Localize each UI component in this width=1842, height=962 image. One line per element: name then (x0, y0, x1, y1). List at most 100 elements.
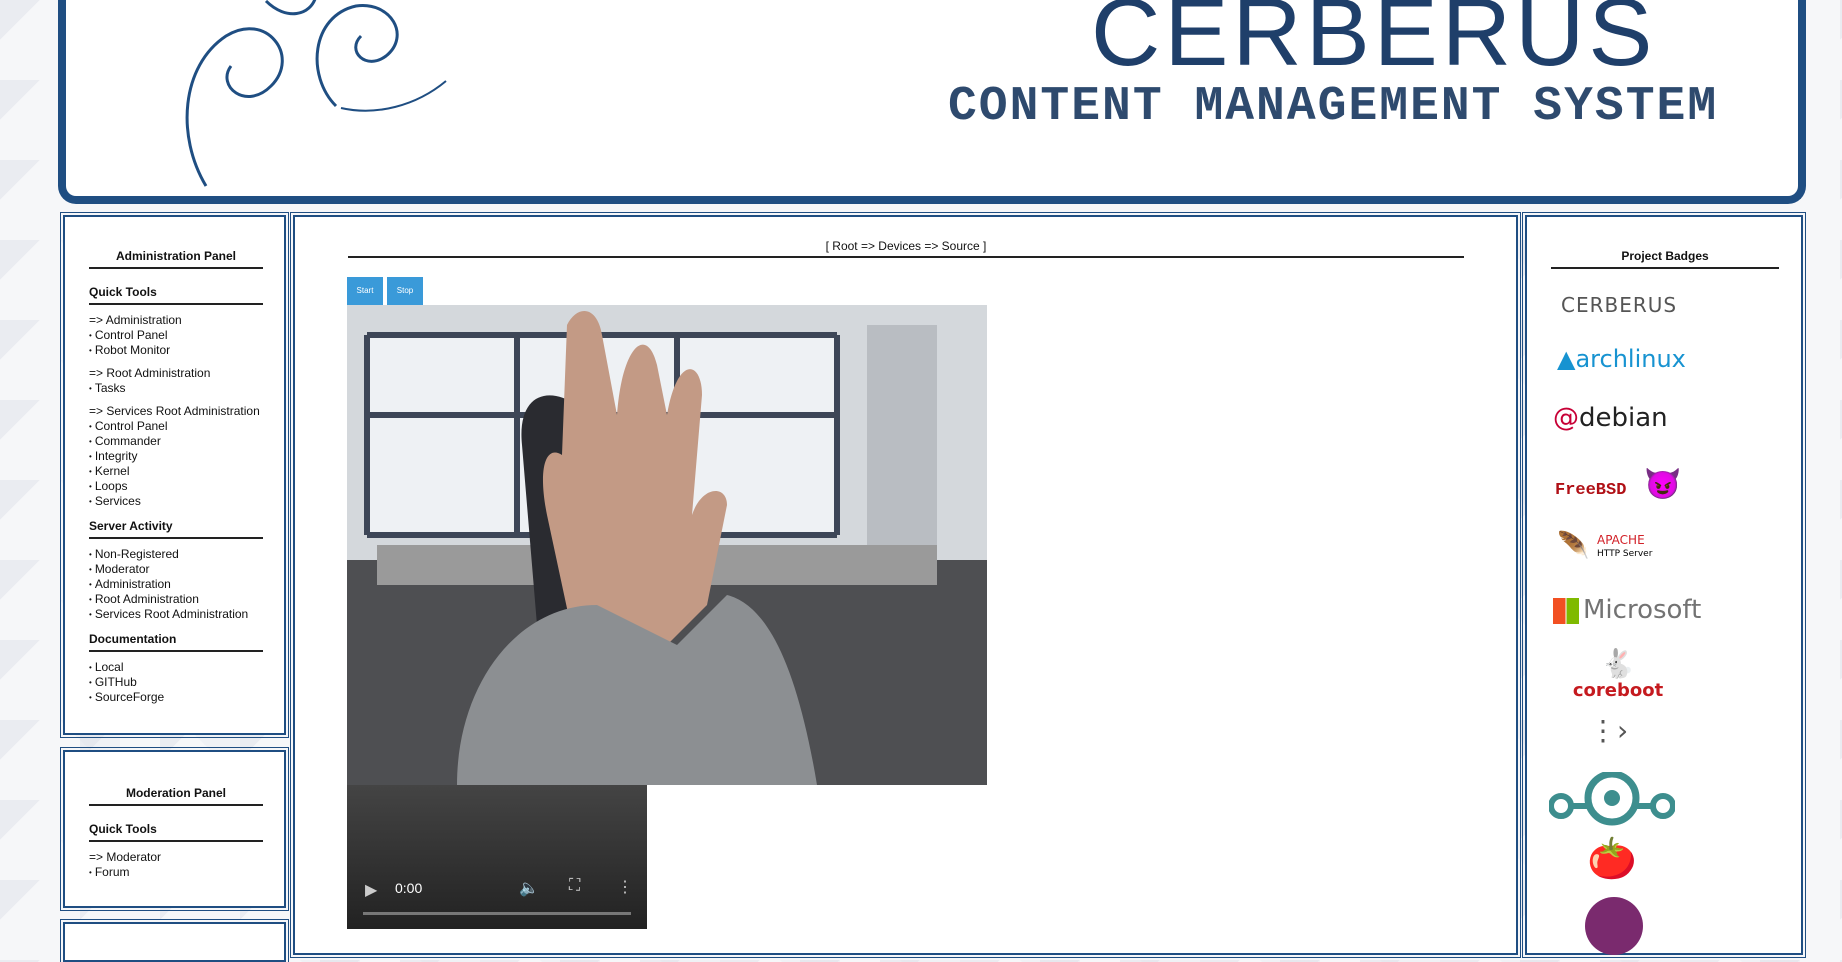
admin-tool-label: => Administration (89, 313, 182, 327)
moderation-tool-label: => Moderator (89, 850, 162, 864)
moderation-tool-label: Forum (94, 865, 130, 879)
bullet-icon: • (89, 452, 92, 461)
activity-item[interactable]: • Non-Registered (89, 547, 263, 562)
services-tool-item[interactable]: => Services Root Administration (89, 404, 263, 419)
site-title: CERBERUS (1091, 0, 1657, 86)
activity-item[interactable]: • Root Administration (89, 592, 263, 607)
doc-link-label: SourceForge (94, 690, 165, 704)
bullet-icon: • (89, 482, 92, 491)
root-tool-label: => Root Administration (89, 366, 211, 380)
services-tool-item[interactable]: • Control Panel (89, 419, 263, 434)
debian-badge[interactable]: @debian (1553, 403, 1668, 433)
activity-label: Root Administration (94, 592, 199, 606)
activity-item[interactable]: • Moderator (89, 562, 263, 577)
services-tool-item[interactable]: • Loops (89, 479, 263, 494)
bullet-icon: • (89, 663, 92, 672)
services-tool-label: Integrity (94, 449, 138, 463)
apache-feather-icon: 🪶 (1557, 531, 1590, 561)
server-activity-heading: Server Activity (89, 519, 263, 539)
cerberus-badge[interactable]: CERBERUS (1561, 293, 1677, 317)
moderation-panel-title: Moderation Panel (89, 786, 263, 806)
bullet-icon: • (89, 565, 92, 574)
site-header: CERBERUS CONTENT MANAGEMENT SYSTEM (58, 0, 1806, 204)
bullet-icon: • (89, 693, 92, 702)
activity-item[interactable]: • Services Root Administration (89, 607, 263, 622)
doc-link-item[interactable]: • Local (89, 660, 263, 675)
bullet-icon: • (89, 610, 92, 619)
doc-link-item[interactable]: • GITHub (89, 675, 263, 690)
project-badges-panel: Project Badges CERBERUS ▲archlinux @debi… (1522, 212, 1806, 958)
start-button[interactable]: Start (347, 277, 383, 305)
site-subtitle: CONTENT MANAGEMENT SYSTEM (948, 80, 1719, 134)
coreboot-badge[interactable]: 🐇 coreboot (1563, 647, 1673, 701)
activity-label: Administration (94, 577, 171, 591)
project-badges-title: Project Badges (1551, 249, 1779, 269)
admin-tool-label: Robot Monitor (94, 343, 171, 357)
services-tool-label: Loops (94, 479, 128, 493)
moderation-panel: Moderation Panel Quick Tools => Moderato… (60, 747, 289, 911)
bullet-icon: • (89, 422, 92, 431)
admin-panel-title: Administration Panel (89, 249, 263, 269)
microsoft-logo-icon (1553, 597, 1579, 624)
services-tool-label: Services (94, 494, 141, 508)
services-tool-label: Control Panel (94, 419, 168, 433)
bullet-icon: • (89, 467, 92, 476)
root-tool-item[interactable]: • Tasks (89, 381, 263, 396)
services-tool-label: Kernel (94, 464, 130, 478)
admin-panel-3 (60, 919, 289, 962)
breadcrumb: [ Root => Devices => Source ] (348, 239, 1464, 258)
admin-panel: Administration Panel Quick Tools => Admi… (60, 212, 289, 738)
services-tool-label: => Services Root Administration (89, 404, 260, 418)
admin-tool-label: Control Panel (94, 328, 168, 342)
doc-link-label: Local (94, 660, 124, 674)
tomato-icon[interactable]: 🍅 (1587, 835, 1637, 882)
volume-icon[interactable]: 🔈 (519, 878, 539, 898)
video-progress-bar[interactable] (363, 912, 631, 915)
admin-tool-item[interactable]: • Robot Monitor (89, 343, 263, 358)
bullet-icon: • (89, 346, 92, 355)
freebsd-daemon-icon: 😈 (1626, 470, 1682, 504)
fullscreen-icon[interactable]: ⛶ (569, 877, 580, 895)
bullet-icon: • (89, 595, 92, 604)
services-tool-item[interactable]: • Services (89, 494, 263, 509)
swirl-logo-icon (185, 0, 447, 187)
coreboot-rabbit-icon: 🐇 (1600, 647, 1636, 680)
admin-tool-item[interactable]: => Administration (89, 313, 263, 328)
bullet-icon: • (89, 678, 92, 687)
admin-tool-item[interactable]: • Control Panel (89, 328, 263, 343)
arch-badge[interactable]: ▲archlinux (1557, 345, 1686, 373)
more-options-icon[interactable]: ⋮ (617, 877, 633, 897)
video-player[interactable]: ▶ 0:00 🔈 ⛶ ⋮ (347, 785, 647, 929)
activity-label: Non-Registered (94, 547, 179, 561)
moderation-quick-tools-heading: Quick Tools (89, 822, 263, 842)
activity-item[interactable]: • Administration (89, 577, 263, 592)
bullet-icon: • (89, 550, 92, 559)
camera-feed-image (347, 305, 987, 785)
play-icon[interactable]: ▶ (365, 880, 377, 900)
lotus-icon[interactable] (1585, 897, 1643, 955)
doc-link-item[interactable]: • SourceForge (89, 690, 263, 705)
freebsd-badge[interactable]: FreeBSD 😈 (1555, 467, 1682, 504)
bullet-icon: • (89, 331, 92, 340)
services-tool-item[interactable]: • Integrity (89, 449, 263, 464)
video-time: 0:00 (395, 880, 423, 896)
bullet-icon: • (89, 437, 92, 446)
bullet-icon: • (89, 384, 92, 393)
apache-badge[interactable]: 🪶 APACHE HTTP Server (1557, 531, 1652, 561)
services-tool-item[interactable]: • Kernel (89, 464, 263, 479)
bullet-icon: • (89, 580, 92, 589)
lineageos-icon[interactable] (1549, 772, 1675, 828)
microsoft-badge[interactable]: Microsoft (1553, 595, 1701, 625)
moderation-tool-item[interactable]: => Moderator (89, 850, 263, 865)
services-tool-item[interactable]: • Commander (89, 434, 263, 449)
documentation-heading: Documentation (89, 632, 263, 652)
dots-arrow-icon[interactable]: ⋮› (1589, 714, 1628, 747)
root-tool-label: Tasks (94, 381, 126, 395)
bullet-icon: • (89, 497, 92, 506)
arch-icon: ▲ (1557, 345, 1576, 373)
moderation-tool-item[interactable]: • Forum (89, 865, 263, 880)
stop-button[interactable]: Stop (387, 277, 423, 305)
root-tool-item[interactable]: => Root Administration (89, 366, 263, 381)
activity-label: Moderator (94, 562, 150, 576)
doc-link-label: GITHub (94, 675, 137, 689)
